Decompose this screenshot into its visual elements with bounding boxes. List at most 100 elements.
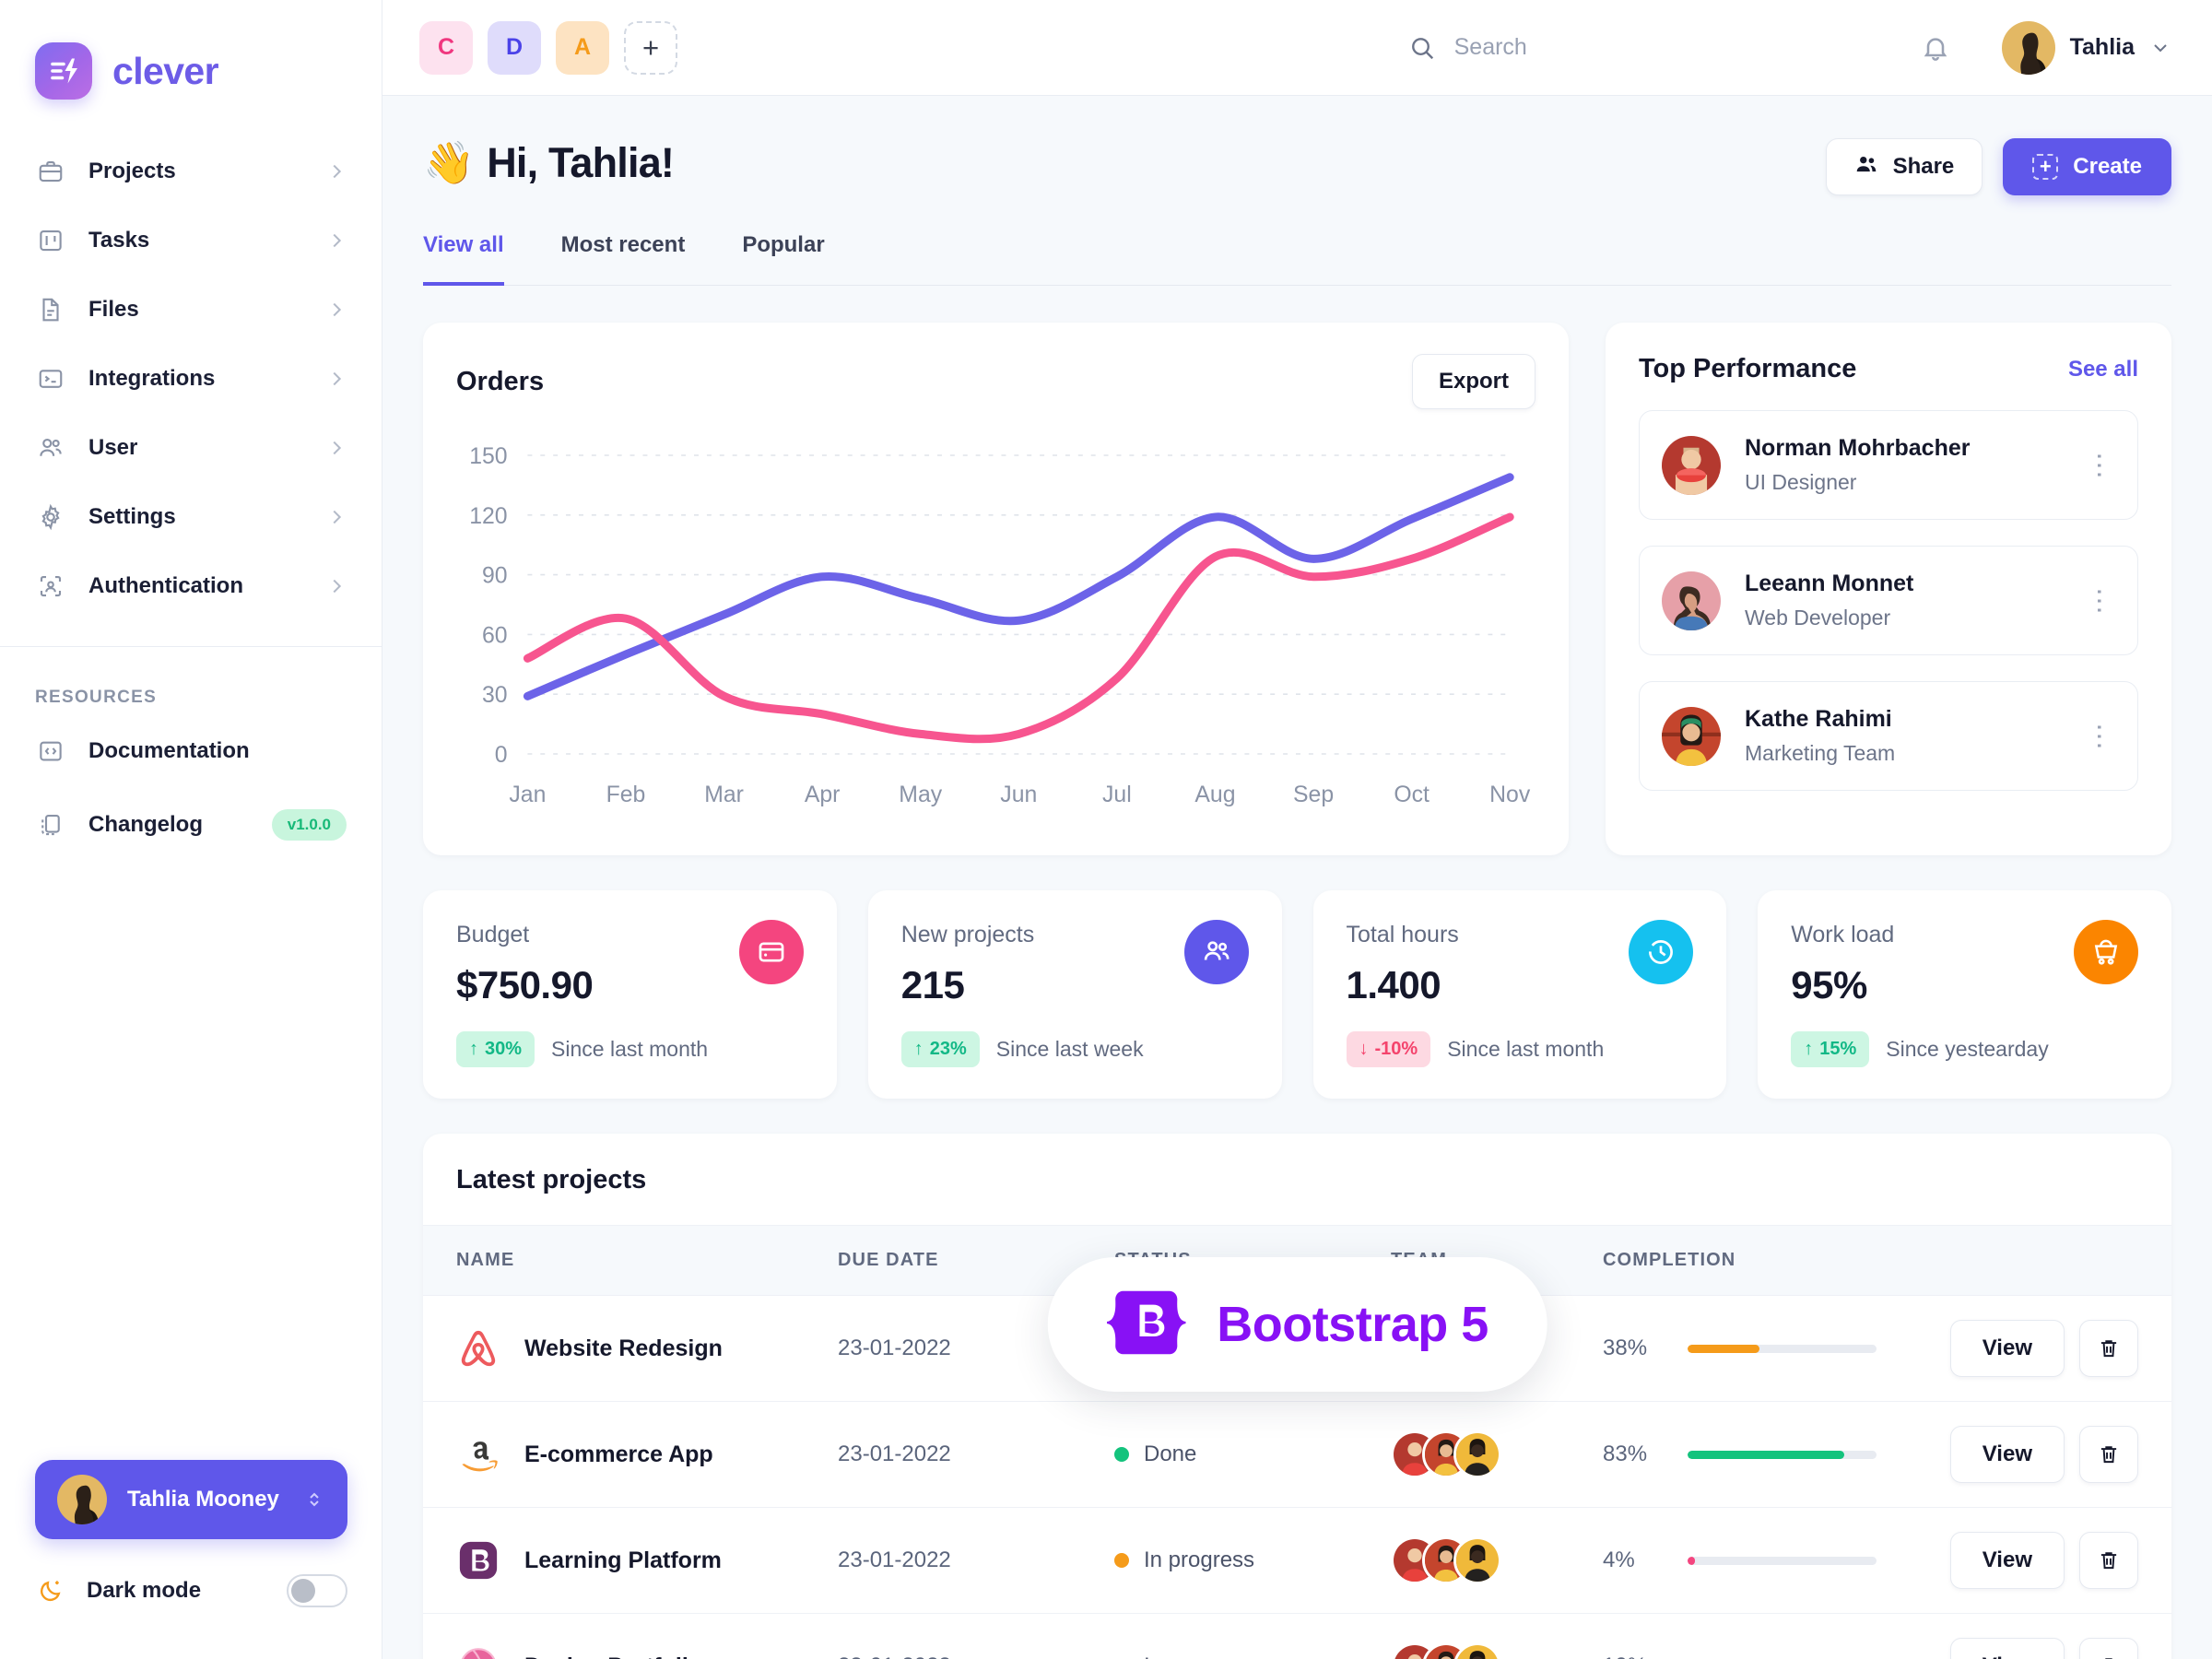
completion-value: 83% (1603, 1441, 1648, 1466)
project-name: Learning Platform (524, 1547, 722, 1573)
performer-name: Kathe Rahimi (1745, 706, 1892, 732)
workspace-tab-d[interactable]: D (488, 20, 541, 75)
cell-actions: View (1917, 1401, 2171, 1508)
cell-due-date: 23-01-2022 (838, 1613, 1114, 1659)
delete-button[interactable] (2079, 1320, 2138, 1377)
sidebar-item-tasks[interactable]: Tasks (0, 206, 382, 275)
view-button[interactable]: View (1949, 1532, 2065, 1589)
svg-text:Jan: Jan (509, 782, 546, 807)
tab-view-all[interactable]: View all (423, 232, 504, 286)
workspace-tab-letter: C (437, 34, 455, 60)
avatar (2001, 20, 2055, 75)
export-button[interactable]: Export (1411, 354, 1535, 409)
stat-since: Since last week (995, 1037, 1144, 1061)
users-icon (1183, 920, 1249, 984)
wallet-icon (738, 920, 804, 984)
performer-item[interactable]: Norman Mohrbacher UI Designer ⋯ (1639, 410, 2138, 520)
performer-item[interactable]: Leeann Monnet Web Developer ⋯ (1639, 546, 2138, 655)
workspace-tab-a[interactable]: A (556, 20, 609, 75)
version-badge: v1.0.0 (271, 809, 347, 841)
avatar (57, 1475, 107, 1524)
delete-button[interactable] (2079, 1532, 2138, 1589)
orders-title: Orders (456, 366, 545, 396)
view-button[interactable]: View (1949, 1638, 2065, 1659)
orders-chart: 0 30 60 90 120 150 Jan Feb Mar Apr May Jun Jul Aug Sep… (456, 429, 1535, 828)
stat-card-new-projects: New projects 215 ↑ 23% Since last week (867, 890, 1282, 1099)
brand[interactable]: clever (0, 0, 382, 111)
svg-text:Mar: Mar (704, 782, 744, 807)
cart-icon (2074, 920, 2138, 984)
search-icon (1408, 34, 1436, 62)
sidebar-item-user[interactable]: User (0, 413, 382, 482)
performer-role: UI Designer (1745, 470, 1857, 494)
cell-name: Learning Platform (423, 1507, 838, 1614)
orders-chart-svg: 0 30 60 90 120 150 Jan Feb Mar Apr May Jun Jul Aug Sep… (469, 443, 1531, 807)
status-badge: Done (1144, 1441, 1197, 1466)
sidebar-footer: Tahlia Mooney Dark mode (0, 1460, 382, 1659)
bootstrap-badge-label: Bootstrap 5 (1217, 1297, 1488, 1352)
sidebar-item-label: Settings (88, 503, 176, 529)
sidebar-item-integrations[interactable]: Integrations (0, 344, 382, 413)
kebab-menu-icon[interactable]: ⋯ (2082, 452, 2116, 479)
create-button[interactable]: + Create (2003, 138, 2171, 195)
performer-item[interactable]: Kathe Rahimi Marketing Team ⋯ (1639, 681, 2138, 791)
top-performance-card: Top Performance See all Norman Mohrbache… (1606, 323, 2171, 855)
bell-icon[interactable] (1921, 33, 1950, 63)
workspace-tab-c[interactable]: C (419, 20, 473, 75)
stat-since: Since last month (1447, 1037, 1605, 1061)
workspace-tab-letter: A (573, 34, 592, 60)
cell-name: Website Redesign (423, 1295, 838, 1402)
tab-most-recent[interactable]: Most recent (561, 232, 686, 286)
workspace-tab-letter: D (505, 34, 524, 60)
table-row[interactable]: Learning Platform 23-01-2022 In progress… (423, 1507, 2171, 1614)
sidebar-item-changelog[interactable]: Changelog v1.0.0 (0, 794, 382, 855)
search-box[interactable] (1408, 34, 1759, 62)
gear-icon (35, 501, 66, 533)
stat-card-total-hours: Total hours 1.400 ↓ -10% Since last month (1312, 890, 1727, 1099)
delete-button[interactable] (2079, 1426, 2138, 1483)
copy-icon (35, 809, 66, 841)
sidebar-item-files[interactable]: Files (0, 275, 382, 344)
dark-mode-toggle[interactable] (287, 1574, 347, 1607)
table-row[interactable]: Design Portfolio 23-01-2022 In progress … (423, 1613, 2171, 1659)
sidebar-item-label: Integrations (88, 365, 216, 391)
tab-popular[interactable]: Popular (742, 232, 824, 286)
see-all-link[interactable]: See all (2068, 357, 2138, 382)
sidebar-item-documentation[interactable]: Documentation (0, 721, 382, 782)
stat-footer: ↑ 23% Since last week (900, 1031, 1249, 1067)
sidebar-item-projects[interactable]: Projects (0, 136, 382, 206)
kebab-menu-icon[interactable]: ⋯ (2082, 587, 2116, 615)
add-workspace-tab-button[interactable]: + (624, 20, 677, 75)
kebab-menu-icon[interactable]: ⋯ (2082, 723, 2116, 750)
kanban-icon (35, 225, 66, 256)
plus-icon: + (641, 30, 660, 64)
svg-text:60: 60 (482, 622, 508, 648)
top-performance-title: Top Performance (1639, 354, 1857, 383)
sidebar-item-authentication[interactable]: Authentication (0, 551, 382, 620)
wave-emoji-icon: 👋 (423, 139, 475, 186)
share-button-label: Share (1892, 154, 1955, 179)
avatar (1662, 571, 1721, 630)
svg-text:120: 120 (469, 503, 507, 529)
performer-role: Web Developer (1745, 606, 1891, 629)
cell-team (1391, 1613, 1603, 1659)
svg-text:30: 30 (482, 682, 508, 708)
sidebar-item-settings[interactable]: Settings (0, 482, 382, 551)
brand-name: clever (112, 49, 219, 92)
share-button[interactable]: Share (1825, 138, 1983, 195)
completion-value: 10% (1603, 1653, 1665, 1659)
sidebar-user-switcher[interactable]: Tahlia Mooney (35, 1460, 347, 1539)
view-button[interactable]: View (1949, 1426, 2065, 1483)
table-row[interactable]: E-commerce App 23-01-2022 Done 83% View (423, 1401, 2171, 1508)
topbar-user-menu[interactable]: Tahlia (2001, 20, 2171, 75)
search-input[interactable] (1453, 34, 1759, 61)
chevron-up-down-icon (303, 1488, 325, 1511)
svg-text:Aug: Aug (1194, 782, 1235, 807)
id-card-icon (35, 571, 66, 602)
performer-info: Kathe Rahimi Marketing Team (1745, 706, 2058, 766)
view-button[interactable]: View (1949, 1320, 2065, 1377)
delete-button[interactable] (2079, 1638, 2138, 1659)
filter-tabs: View all Most recent Popular (423, 232, 2171, 286)
cell-actions: View (1917, 1507, 2171, 1614)
cell-actions: View (1917, 1295, 2171, 1402)
